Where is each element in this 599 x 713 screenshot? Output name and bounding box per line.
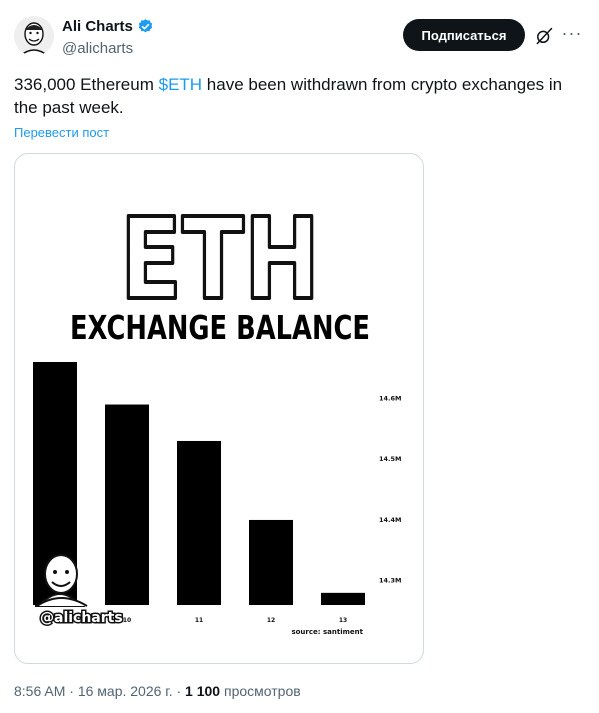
x-tick-label: 13 — [339, 617, 347, 624]
verified-badge-icon[interactable] — [137, 18, 154, 35]
grok-icon[interactable] — [534, 26, 554, 46]
y-tick-label: 14.4M — [379, 516, 402, 524]
bar-11 — [177, 440, 221, 605]
tweet-time[interactable]: 8:56 AM — [14, 683, 65, 699]
views-count: 1 100 — [185, 683, 221, 699]
image-big-title: ETH — [120, 195, 320, 325]
y-axis-ticks: 14.3M 14.4M 14.5M 14.6M — [379, 394, 402, 584]
bar-13 — [321, 592, 365, 605]
translate-post-link[interactable]: Перевести пост — [14, 125, 109, 140]
cashtag-link[interactable]: $ETH — [159, 75, 202, 94]
eth-exchange-balance-chart: ETH EXCHANGE BALANCE 14.3M 14.4M 14.5M 14.6… — [33, 193, 402, 636]
tweet-media[interactable]: ETH EXCHANGE BALANCE 14.3M 14.4M 14.5M 14.6… — [14, 153, 424, 664]
x-axis-ticks: 10 11 12 13 — [123, 617, 347, 624]
more-options-icon[interactable]: ··· — [561, 24, 583, 46]
source-note: source: santiment — [291, 628, 363, 636]
tweet-text: 336,000 Ethereum $ETH have been withdraw… — [14, 73, 579, 119]
x-tick-label: 11 — [195, 617, 203, 624]
author-handle[interactable]: @alicharts — [62, 40, 133, 57]
tweet-text-before: 336,000 Ethereum — [14, 75, 159, 94]
y-tick-label: 14.5M — [379, 455, 402, 463]
bar-12 — [249, 519, 293, 605]
separator-dot: · — [176, 683, 186, 699]
avatar-illustration — [14, 16, 54, 56]
x-tick-label: 10 — [123, 617, 131, 624]
subscribe-button[interactable]: Подписаться — [403, 19, 525, 51]
y-tick-label: 14.6M — [379, 394, 402, 402]
tweet-date[interactable]: 16 мар. 2026 г. — [78, 683, 173, 699]
y-tick-label: 14.3M — [379, 577, 402, 585]
author-display-name[interactable]: Ali Charts — [62, 18, 133, 35]
chart-title: EXCHANGE BALANCE — [70, 308, 370, 347]
bars-group — [33, 362, 365, 605]
author-avatar[interactable] — [14, 16, 54, 56]
separator-dot: · — [69, 683, 78, 699]
author-name-row: Ali Charts — [62, 18, 154, 35]
x-tick-label: 12 — [267, 617, 275, 624]
tweet-footer: 8:56 AM · 16 мар. 2026 г. · 1 100 просмо… — [14, 683, 301, 699]
bar-10 — [105, 404, 149, 605]
views-label: просмотров — [223, 683, 301, 699]
watermark-handle: @alicharts — [40, 610, 123, 626]
